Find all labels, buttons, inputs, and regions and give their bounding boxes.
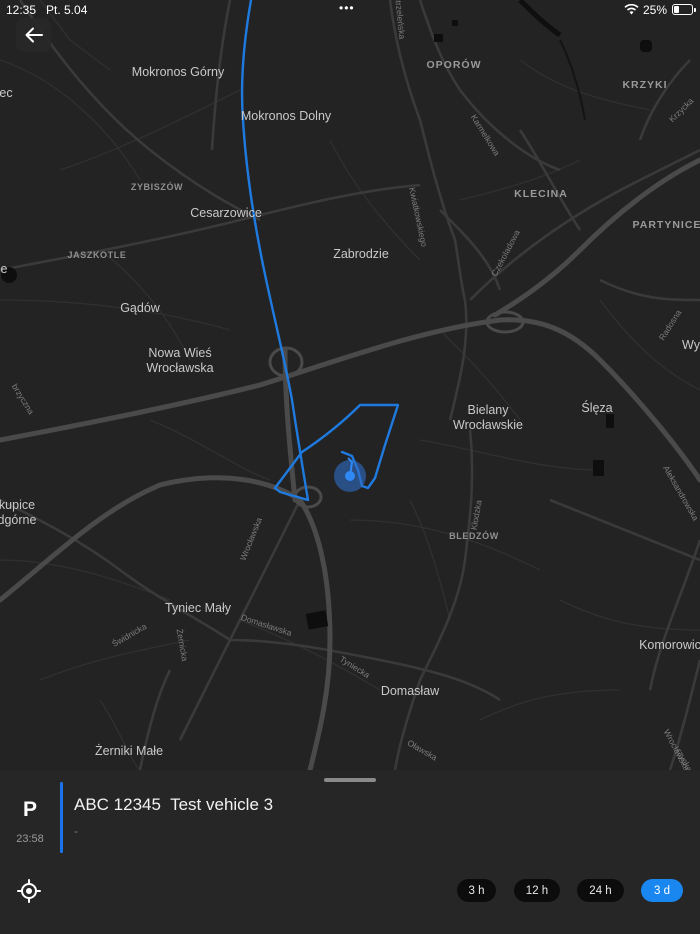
district-label: PARTYNICE — [632, 219, 700, 231]
place-label: Domasław — [380, 684, 440, 698]
accent-bar — [60, 782, 63, 853]
range-button-3h[interactable]: 3 h — [457, 879, 496, 902]
range-button-12h[interactable]: 12 h — [514, 879, 560, 902]
district-label: KRZYKI — [622, 79, 668, 91]
district-label: JASZKOTLE — [67, 250, 127, 260]
crosshair-icon — [17, 879, 41, 903]
place-label: Komorowic — [639, 638, 700, 652]
place-label: Zabrodzie — [333, 247, 389, 261]
locate-button[interactable] — [16, 878, 42, 904]
battery-icon — [672, 4, 693, 15]
place-label: ec — [0, 86, 13, 100]
status-date: Pt. 5.04 — [46, 3, 88, 17]
status-time: 12:35 — [6, 3, 37, 17]
place-label: Żerniki Małe — [94, 744, 164, 758]
place-label: Gądów — [120, 301, 160, 315]
place-label: Wy — [682, 338, 700, 352]
status-bar: 12:35 Pt. 5.04 ••• 25% — [0, 0, 700, 20]
district-label: ZYBISZÓW — [130, 182, 184, 192]
multitask-dots[interactable]: ••• — [339, 1, 355, 15]
place-label: Bielany Wrocławskie — [453, 403, 523, 432]
place-label: Cesarzowice — [190, 206, 262, 220]
drag-handle[interactable] — [324, 778, 376, 782]
battery-percent: 25% — [643, 3, 668, 17]
district-label: BLEDZÓW — [449, 531, 499, 541]
place-label: Nowa Wieś Wrocławska — [146, 346, 214, 375]
place-label: e — [0, 262, 8, 276]
arrow-left-icon — [25, 27, 43, 43]
parking-status-letter: P — [22, 798, 37, 821]
place-label: Tyniec Mały — [165, 601, 231, 615]
wifi-icon — [624, 3, 639, 18]
range-button-3d[interactable]: 3 d — [641, 879, 683, 902]
vehicle-address: - — [74, 824, 78, 838]
range-button-24h[interactable]: 24 h — [577, 879, 624, 902]
place-label: kupice — [0, 498, 36, 512]
district-label: KLECINA — [514, 188, 568, 200]
place-label: Mokronos Górny — [131, 65, 225, 79]
vehicle-title[interactable]: ABC 12345 Test vehicle 3 — [74, 795, 273, 815]
place-label: Ślęza — [581, 401, 613, 415]
battery-tip — [694, 8, 696, 12]
district-label: OPORÓW — [426, 59, 482, 71]
map-roads — [0, 0, 700, 770]
place-label: Mokronos Dolny — [240, 109, 332, 123]
place-label: dgórne — [0, 513, 37, 527]
map-view[interactable]: Mokronos Górny Mokronos Dolny Cesarzowic… — [0, 0, 700, 770]
vehicle-panel: P 23:58 ABC 12345 Test vehicle 3 - 3 h 1… — [0, 770, 700, 934]
status-duration: 23:58 — [16, 833, 44, 845]
back-button[interactable] — [16, 18, 51, 52]
